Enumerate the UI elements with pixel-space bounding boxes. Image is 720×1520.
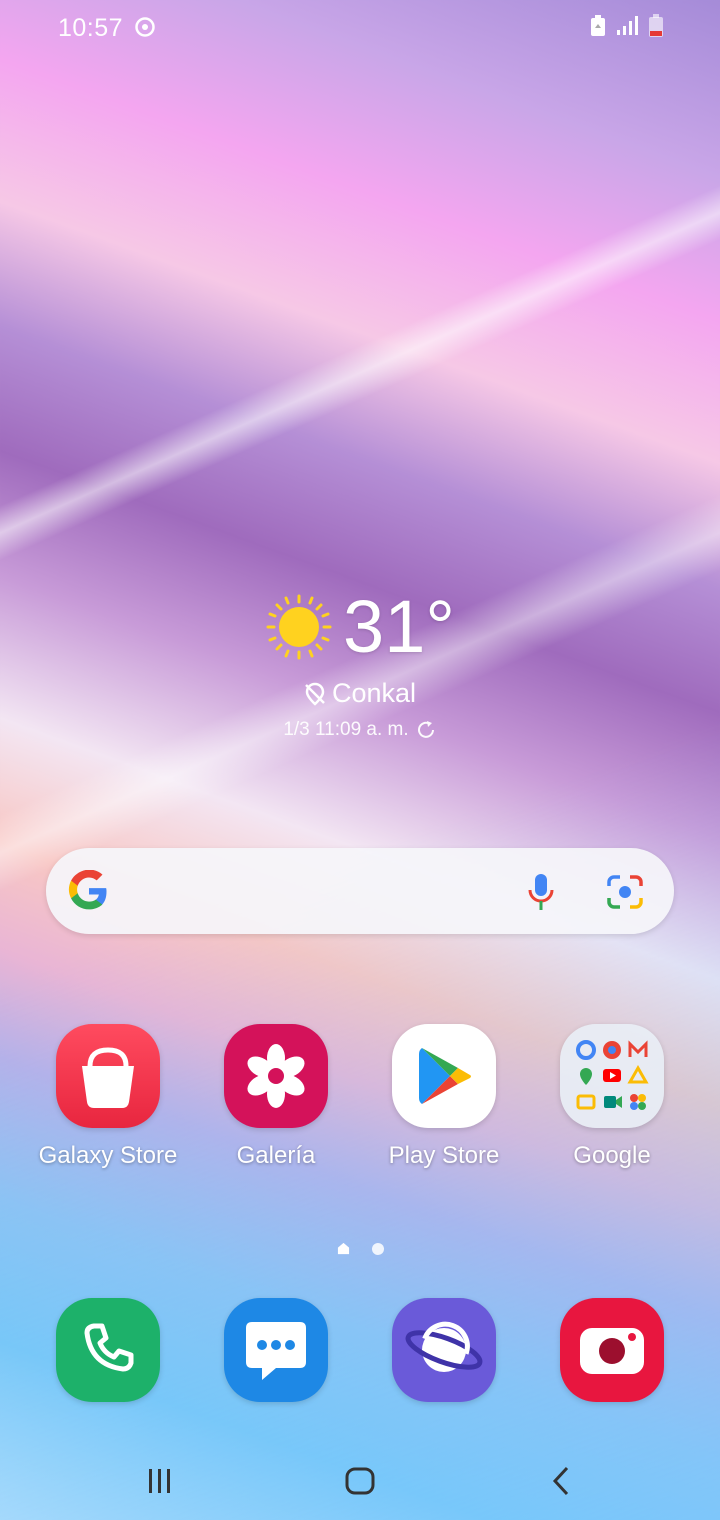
- sun-icon: [266, 594, 332, 660]
- battery-low-icon: [649, 14, 663, 37]
- page-indicator: [0, 1242, 720, 1255]
- navigation-bar: [0, 1438, 720, 1520]
- back-icon: [552, 1466, 569, 1496]
- phone-icon: [56, 1298, 160, 1402]
- google-lens-icon[interactable]: [606, 874, 644, 910]
- dock-phone[interactable]: [23, 1298, 193, 1402]
- messages-icon: [224, 1298, 328, 1402]
- app-google-folder[interactable]: Google: [527, 1024, 697, 1170]
- google-folder-icon: [560, 1024, 664, 1128]
- dock-messages[interactable]: [191, 1298, 361, 1402]
- weather-widget[interactable]: 31° Conkal 1/3 11:09 a. m.: [0, 590, 720, 741]
- weather-location: Conkal: [331, 678, 417, 708]
- temperature: 31°: [343, 585, 455, 668]
- google-logo-icon: [68, 870, 107, 910]
- app-label: Google: [573, 1142, 651, 1169]
- status-icons: [590, 14, 664, 38]
- app-play-store[interactable]: Play Store: [359, 1024, 529, 1170]
- recent-apps-icon: [149, 1469, 170, 1493]
- app-label: Play Store: [388, 1142, 500, 1169]
- page-dot[interactable]: [371, 1242, 384, 1255]
- galaxy-store-icon: [56, 1024, 160, 1128]
- internet-icon: [392, 1298, 496, 1402]
- status-time: 10:57: [58, 14, 124, 42]
- app-galaxy-store[interactable]: Galaxy Store: [23, 1024, 193, 1170]
- home-icon: [345, 1467, 375, 1495]
- dock-camera[interactable]: [527, 1298, 697, 1402]
- location-off-icon: [305, 682, 325, 706]
- status-bar: 10:57: [0, 0, 720, 56]
- app-gallery[interactable]: Galería: [191, 1024, 361, 1170]
- signal-icon: [617, 16, 638, 35]
- microphone-icon[interactable]: [526, 872, 556, 912]
- app-label: Galería: [236, 1142, 316, 1169]
- camera-icon: [560, 1298, 664, 1402]
- home-page-icon[interactable]: [337, 1242, 350, 1255]
- home-button[interactable]: [330, 1456, 390, 1506]
- play-store-icon: [392, 1024, 496, 1128]
- recent-apps-button[interactable]: [130, 1456, 190, 1506]
- sync-icon: [135, 17, 155, 37]
- weather-updated-time: 1/3 11:09 a. m.: [283, 719, 409, 740]
- back-button[interactable]: [532, 1456, 592, 1506]
- dock-internet[interactable]: [359, 1298, 529, 1402]
- google-search-bar[interactable]: [46, 848, 674, 934]
- battery-saver-icon: [591, 15, 605, 36]
- gallery-icon: [224, 1024, 328, 1128]
- app-label: Galaxy Store: [38, 1142, 178, 1169]
- refresh-icon[interactable]: [415, 719, 437, 741]
